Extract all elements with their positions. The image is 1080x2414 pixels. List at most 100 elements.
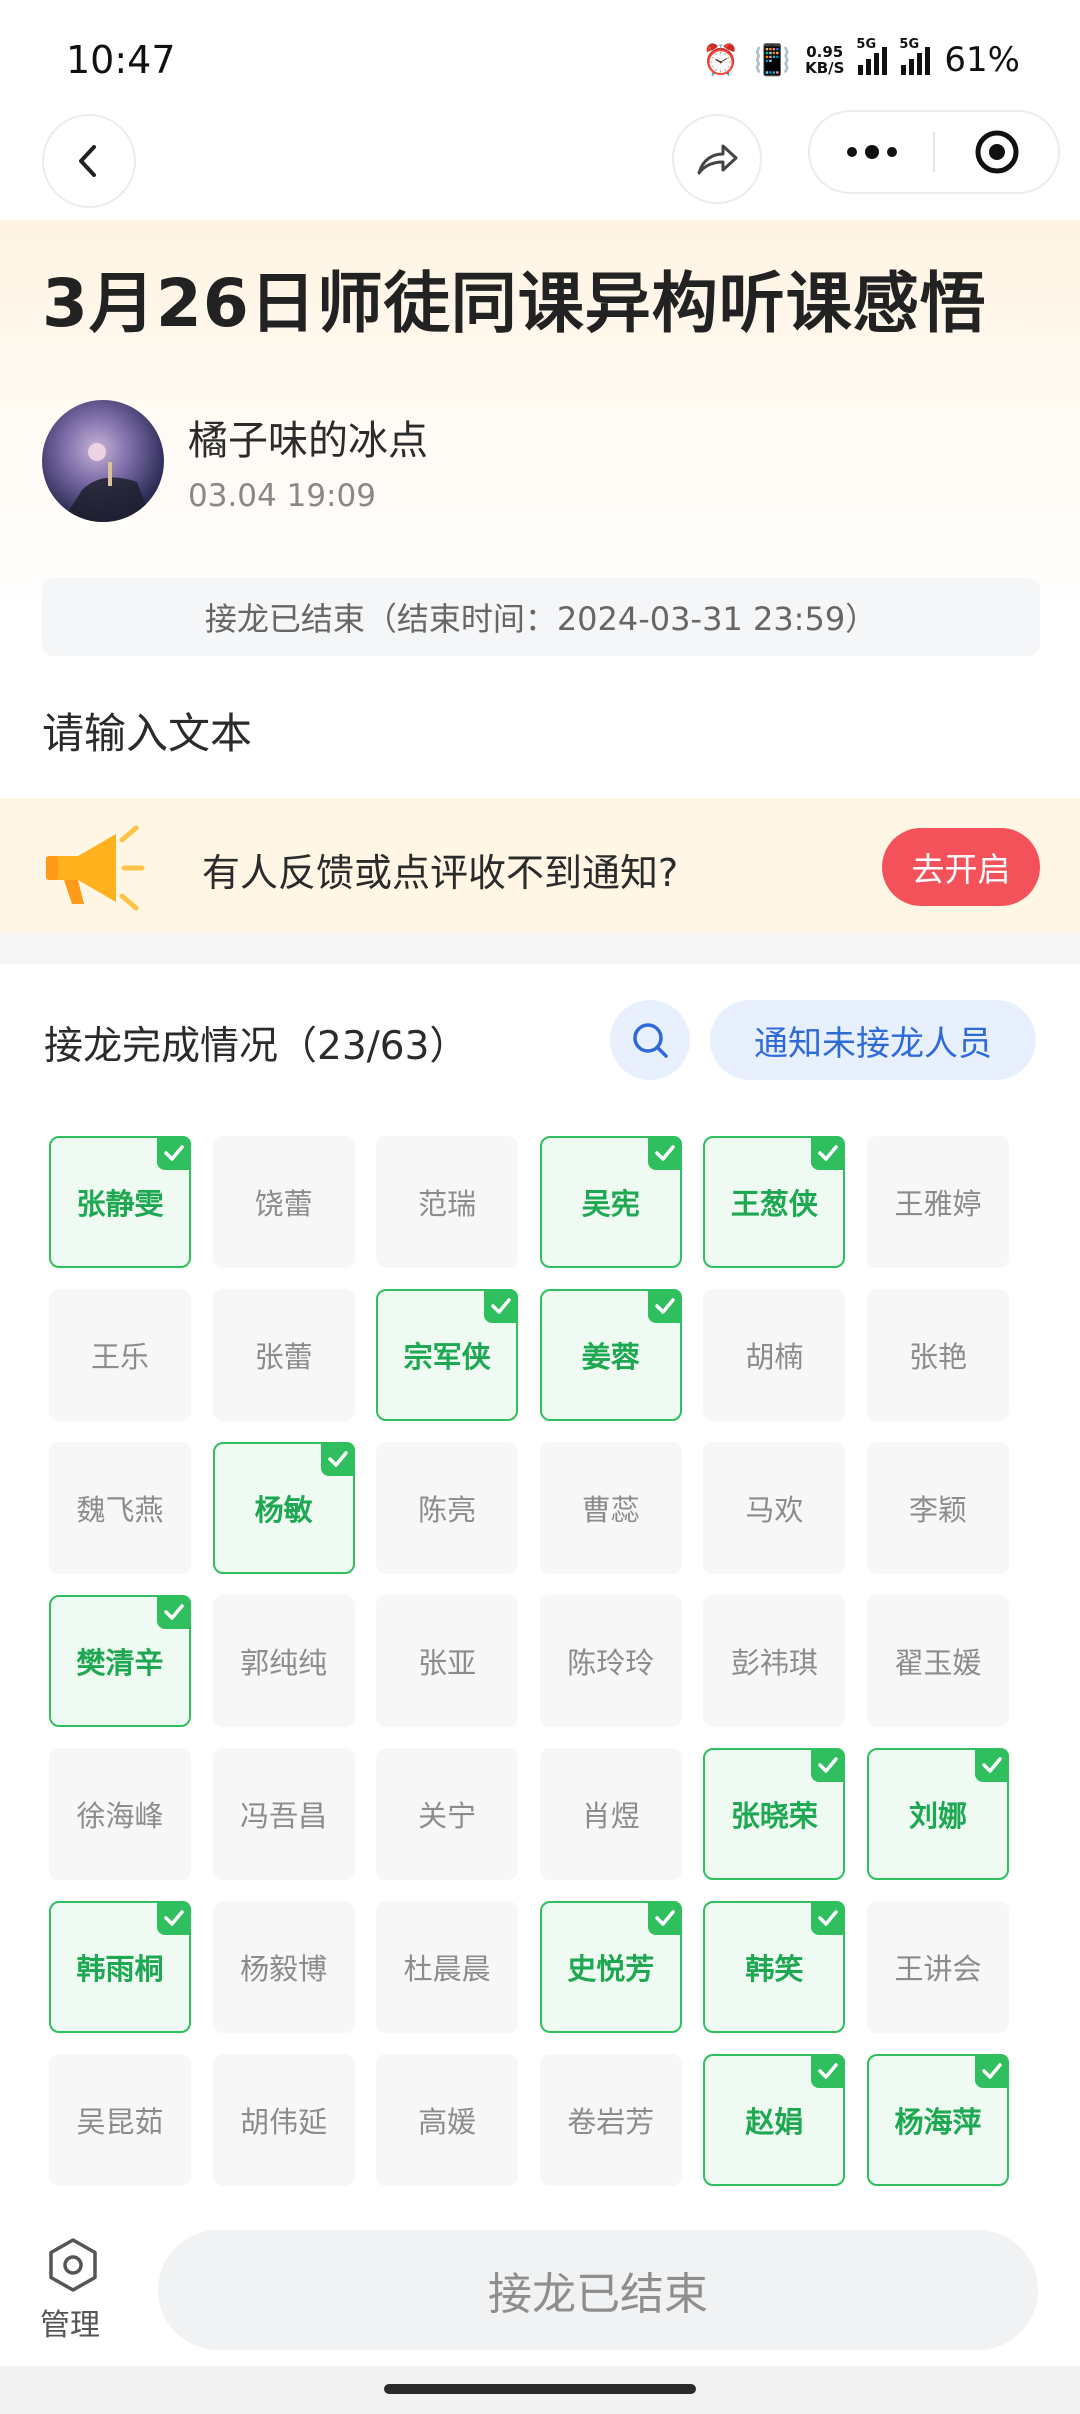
member-name: 张艳 [908, 1340, 967, 1374]
target-circle-icon [975, 130, 1018, 174]
member-cell[interactable]: 徐海峰 [49, 1748, 191, 1880]
member-cell[interactable]: 韩笑 [703, 1901, 846, 2033]
member-cell[interactable]: 张亚 [376, 1595, 519, 1727]
checkmark-icon [811, 2054, 846, 2088]
checkmark-icon [647, 1901, 682, 1935]
member-cell[interactable]: 魏飞燕 [49, 1442, 191, 1574]
notify-unfinished-button[interactable]: 通知未接龙人员 [710, 1000, 1036, 1080]
member-name: 范瑞 [418, 1187, 477, 1221]
member-cell[interactable]: 张晓荣 [703, 1748, 846, 1880]
share-button[interactable] [672, 114, 762, 204]
network-speed: 0.95 KB/S [805, 44, 844, 76]
member-name: 张静雯 [76, 1187, 164, 1221]
close-mini-program-button[interactable] [935, 112, 1058, 192]
member-cell[interactable]: 樊清辛 [49, 1595, 191, 1727]
more-dots-icon [846, 145, 897, 159]
sim2-label: 5G [899, 37, 920, 52]
member-cell[interactable]: 胡楠 [703, 1289, 846, 1421]
member-name: 马欢 [745, 1493, 804, 1527]
member-cell[interactable]: 肖煜 [539, 1748, 682, 1880]
checkmark-icon [647, 1136, 682, 1170]
member-name: 翟玉媛 [894, 1646, 982, 1680]
back-button[interactable] [42, 114, 136, 208]
member-grid-viewport: 张静雯 饶蕾 范瑞 吴宪 王葱侠 王雅婷王乐 张蕾 宗军侠 姜蓉 胡楠 张艳魏飞燕 杨敏 陈亮 曹蕊 马欢 李… [0, 1130, 1080, 2206]
member-cell[interactable]: 刘娜 [866, 1748, 1009, 1880]
member-cell[interactable]: 韩雨桐 [49, 1901, 191, 2033]
member-cell[interactable]: 陈玲玲 [539, 1595, 682, 1727]
member-cell[interactable]: 宗军侠 [376, 1289, 519, 1421]
member-cell[interactable]: 杨敏 [212, 1442, 355, 1574]
member-name: 杨敏 [254, 1493, 313, 1527]
member-name: 卷岩芳 [567, 2105, 655, 2139]
home-indicator[interactable] [384, 2384, 696, 2394]
network-speed-unit: KB/S [805, 59, 845, 77]
avatar-image [62, 443, 152, 522]
member-cell[interactable]: 杨海萍 [866, 2054, 1009, 2186]
progress-title: 接龙完成情况（23/63） [44, 1024, 469, 1069]
member-cell[interactable]: 饶蕾 [212, 1136, 355, 1268]
member-cell[interactable]: 关宁 [376, 1748, 519, 1880]
member-name: 王葱侠 [730, 1187, 818, 1221]
member-cell[interactable]: 赵娟 [703, 2054, 846, 2186]
member-cell[interactable]: 杜晨晨 [376, 1901, 519, 2033]
member-name: 陈玲玲 [567, 1646, 655, 1680]
member-name: 张晓荣 [730, 1799, 818, 1833]
member-name: 王雅婷 [894, 1187, 982, 1221]
status-bar: 10:47 ⏰ 📳 0.95 KB/S 5G 5G 61% [0, 0, 1080, 120]
more-button[interactable] [810, 112, 933, 192]
member-cell[interactable]: 姜蓉 [539, 1289, 682, 1421]
member-cell[interactable]: 王葱侠 [703, 1136, 846, 1268]
member-name: 胡楠 [745, 1340, 804, 1374]
member-cell[interactable]: 张静雯 [49, 1136, 191, 1268]
member-cell[interactable]: 王雅婷 [866, 1136, 1009, 1268]
member-cell[interactable]: 郭纯纯 [212, 1595, 355, 1727]
status-banner: 接龙已结束（结束时间：2024-03-31 23:59） [42, 578, 1040, 656]
member-cell[interactable]: 胡伟延 [212, 2054, 355, 2186]
member-cell[interactable]: 张蕾 [212, 1289, 355, 1421]
checkmark-icon [811, 1136, 846, 1170]
signal-icon: 5G [856, 37, 888, 75]
member-cell[interactable]: 冯吾昌 [212, 1748, 355, 1880]
member-name: 杨海萍 [894, 2105, 982, 2139]
member-cell[interactable]: 马欢 [703, 1442, 846, 1574]
alarm-icon: ⏰ [702, 42, 740, 78]
vibrate-icon: 📳 [753, 42, 792, 78]
member-cell[interactable]: 李颖 [866, 1442, 1009, 1574]
member-name: 胡伟延 [240, 2105, 328, 2139]
member-cell[interactable]: 王乐 [49, 1289, 191, 1421]
notify-text: 有人反馈或点评收不到通知? [202, 851, 679, 895]
avatar[interactable] [42, 400, 164, 522]
hexagon-settings-icon[interactable] [44, 2236, 102, 2294]
author-name[interactable]: 橘子味的冰点 [188, 408, 428, 466]
checkmark-icon [811, 1901, 846, 1935]
chain-closed-button[interactable]: 接龙已结束 [158, 2230, 1038, 2350]
member-cell[interactable]: 杨毅博 [212, 1901, 355, 2033]
member-cell[interactable]: 陈亮 [376, 1442, 519, 1574]
member-cell[interactable]: 吴宪 [539, 1136, 682, 1268]
member-name: 史悦芳 [567, 1952, 655, 1986]
member-cell[interactable]: 卷岩芳 [539, 2054, 682, 2186]
member-cell[interactable]: 王讲会 [866, 1901, 1009, 2033]
manage-label[interactable]: 管理 [40, 2300, 100, 2344]
member-cell[interactable]: 张艳 [866, 1289, 1009, 1421]
member-name: 韩笑 [745, 1952, 804, 1986]
member-cell[interactable]: 史悦芳 [539, 1901, 682, 2033]
member-name: 肖煜 [581, 1799, 640, 1833]
megaphone-icon [46, 825, 145, 911]
checkmark-icon [811, 1748, 846, 1782]
member-cell[interactable]: 范瑞 [376, 1136, 519, 1268]
search-button[interactable] [610, 1000, 690, 1080]
member-cell[interactable]: 吴昆茹 [49, 2054, 191, 2186]
member-cell[interactable]: 翟玉媛 [866, 1595, 1009, 1727]
member-name: 关宁 [418, 1799, 477, 1833]
status-indicators: ⏰ 📳 0.95 KB/S 5G 5G 61% [702, 37, 1020, 80]
checkmark-icon [157, 1901, 191, 1935]
member-cell[interactable]: 曹蕊 [539, 1442, 682, 1574]
section-divider [0, 932, 1080, 964]
member-name: 姜蓉 [581, 1340, 640, 1374]
member-cell[interactable]: 彭祎琪 [703, 1595, 846, 1727]
member-name: 王乐 [90, 1340, 149, 1374]
checkmark-icon [157, 1136, 191, 1170]
member-cell[interactable]: 高媛 [376, 2054, 519, 2186]
enable-notification-button[interactable]: 去开启 [882, 828, 1040, 906]
